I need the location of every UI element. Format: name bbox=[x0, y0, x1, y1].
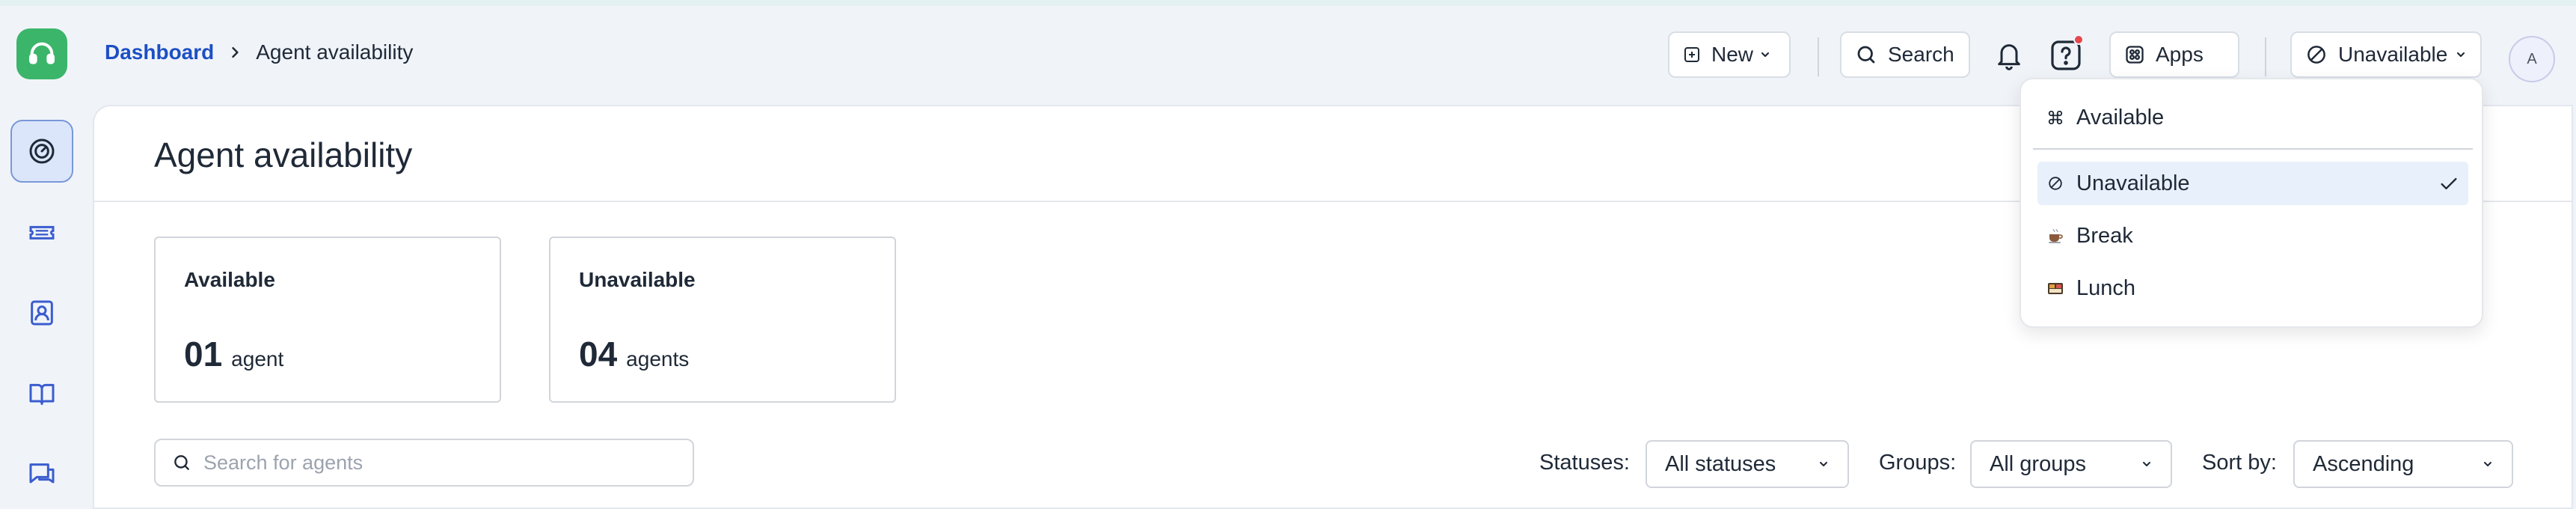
coffee-icon bbox=[2045, 225, 2066, 246]
menu-divider bbox=[2033, 148, 2473, 150]
statuses-filter-value: All statuses bbox=[1665, 451, 1776, 476]
unavailable-icon bbox=[2307, 46, 2325, 64]
avatar[interactable]: A bbox=[2509, 36, 2555, 82]
search-icon bbox=[174, 455, 189, 470]
status-option-break[interactable]: Break bbox=[2037, 214, 2468, 257]
headset-icon bbox=[29, 42, 55, 64]
card-value: 04 agents bbox=[579, 334, 689, 374]
apps-button[interactable]: Apps bbox=[2109, 31, 2239, 78]
lunch-icon bbox=[2045, 278, 2066, 299]
sidebar bbox=[0, 105, 90, 505]
status-option-label: Break bbox=[2076, 223, 2133, 248]
search-icon bbox=[1857, 46, 1875, 64]
card-unit: agents bbox=[626, 347, 690, 371]
contact-icon bbox=[31, 300, 53, 326]
bell-icon bbox=[1998, 44, 2020, 70]
chat-icon bbox=[29, 463, 55, 484]
agent-search-input[interactable] bbox=[203, 451, 682, 475]
status-option-label: Unavailable bbox=[2076, 171, 2190, 195]
status-dropdown-menu: Available Unavailable Break Lunch bbox=[2020, 78, 2483, 328]
card-label: Unavailable bbox=[579, 268, 696, 291]
status-option-lunch[interactable]: Lunch bbox=[2037, 266, 2468, 310]
chevron-down-icon bbox=[2484, 462, 2491, 466]
breadcrumb-current: Agent availability bbox=[256, 40, 414, 64]
sort-by-label: Sort by: bbox=[2202, 451, 2277, 475]
groups-filter-label: Groups: bbox=[1879, 451, 1957, 475]
sidebar-item-chat[interactable] bbox=[10, 443, 73, 506]
dashboard-gauge-icon bbox=[29, 138, 55, 164]
app-logo[interactable] bbox=[16, 28, 67, 79]
sidebar-item-contacts[interactable] bbox=[10, 281, 73, 344]
apps-button-label: Apps bbox=[2156, 43, 2204, 66]
notifications-button[interactable] bbox=[1990, 36, 2028, 75]
unavailable-card: Unavailable 04 agents bbox=[549, 237, 896, 403]
new-button-label: New bbox=[1711, 43, 1754, 66]
groups-filter-value: All groups bbox=[1990, 451, 2086, 476]
chevron-right-icon bbox=[227, 45, 242, 60]
card-value: 01 agent bbox=[184, 334, 283, 374]
help-button[interactable] bbox=[2046, 34, 2085, 75]
breadcrumb: Dashboard Agent availability bbox=[105, 40, 413, 64]
header-divider bbox=[1818, 37, 1819, 76]
command-icon bbox=[2045, 107, 2066, 128]
search-button[interactable]: Search bbox=[1840, 31, 1970, 78]
header-divider bbox=[2265, 37, 2266, 76]
groups-filter-select[interactable]: All groups bbox=[1970, 440, 2172, 488]
status-dropdown-button[interactable]: Unavailable bbox=[2290, 31, 2482, 78]
statuses-filter-label: Statuses: bbox=[1539, 451, 1630, 475]
card-count: 01 bbox=[184, 335, 223, 374]
unavailable-icon bbox=[2045, 173, 2066, 194]
status-option-unavailable[interactable]: Unavailable bbox=[2037, 162, 2468, 205]
sidebar-item-tickets[interactable] bbox=[10, 201, 73, 263]
status-option-available[interactable]: Available bbox=[2037, 96, 2468, 139]
plus-square-icon bbox=[1684, 47, 1699, 62]
sort-by-value: Ascending bbox=[2313, 451, 2414, 476]
chevron-down-icon bbox=[1761, 52, 1770, 58]
status-option-label: Lunch bbox=[2076, 275, 2136, 300]
checkmark-icon bbox=[2441, 177, 2457, 189]
status-option-label: Available bbox=[2076, 105, 2165, 129]
available-card: Available 01 agent bbox=[154, 237, 501, 403]
top-accent-strip bbox=[0, 0, 2576, 6]
chevron-down-icon bbox=[2143, 462, 2150, 466]
statuses-filter-select[interactable]: All statuses bbox=[1646, 440, 1849, 488]
sort-by-select[interactable]: Ascending bbox=[2293, 440, 2513, 488]
chevron-down-icon bbox=[1820, 462, 1827, 466]
search-button-label: Search bbox=[1888, 43, 1954, 66]
sidebar-item-dashboard[interactable] bbox=[10, 120, 73, 183]
sidebar-item-knowledge-base[interactable] bbox=[10, 362, 73, 425]
book-icon bbox=[29, 383, 55, 405]
page-title: Agent availability bbox=[154, 135, 413, 174]
status-dropdown-label: Unavailable bbox=[2338, 43, 2448, 66]
notification-dot bbox=[2073, 34, 2084, 45]
ticket-icon bbox=[29, 225, 55, 240]
chevron-down-icon bbox=[2457, 52, 2465, 58]
card-count: 04 bbox=[579, 335, 618, 374]
breadcrumb-dashboard-link[interactable]: Dashboard bbox=[105, 40, 214, 64]
card-unit: agent bbox=[231, 347, 284, 371]
agent-search-box bbox=[154, 439, 694, 487]
card-label: Available bbox=[184, 268, 275, 291]
apps-icon bbox=[2126, 46, 2144, 64]
new-button[interactable]: New bbox=[1668, 31, 1791, 78]
